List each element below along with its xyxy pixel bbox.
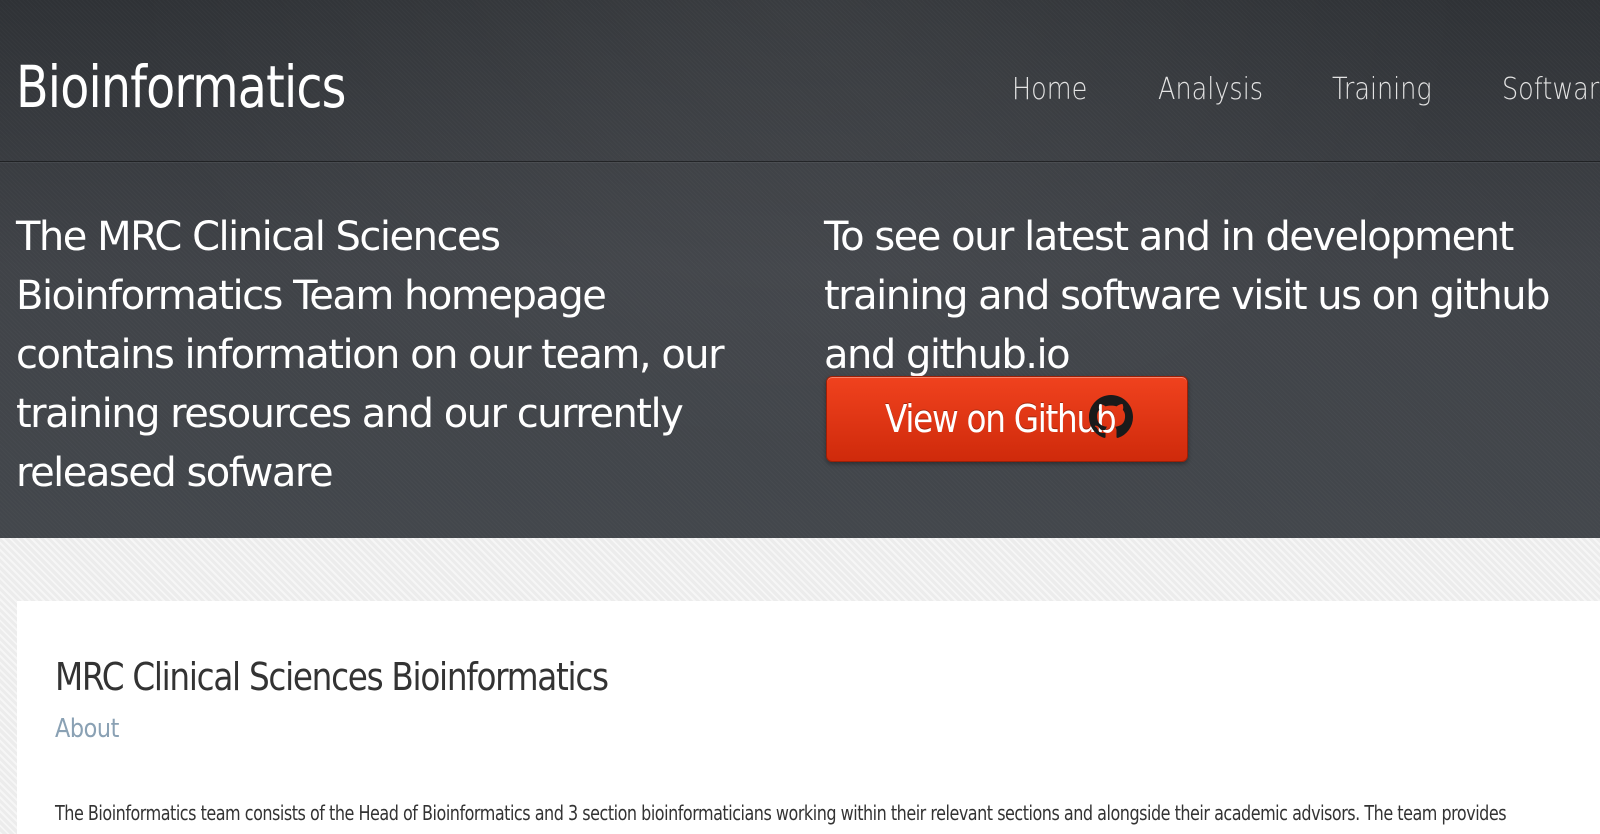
section-subtitle: About (55, 714, 119, 744)
site-header: Bioinformatics Home Analysis Training So… (0, 0, 1600, 538)
content-card: MRC Clinical Sciences Bioinformatics Abo… (17, 601, 1600, 834)
top-bar: Bioinformatics Home Analysis Training So… (0, 0, 1600, 162)
hero-github-text: To see our latest and in development tra… (824, 214, 1551, 378)
main-nav: Home Analysis Training Software (0, 72, 1600, 112)
hero-intro-text: The MRC Clinical Sciences Bioinformatics… (16, 214, 725, 496)
section-body-text: The Bioinformatics team consists of the … (55, 801, 1507, 825)
nav-item-analysis[interactable]: Analysis (1158, 72, 1263, 107)
github-button-label: View on Github (885, 397, 1117, 441)
nav-item-home[interactable]: Home (1012, 72, 1087, 107)
nav-item-training[interactable]: Training (1332, 72, 1432, 107)
view-on-github-button[interactable]: View on Github (826, 376, 1188, 462)
nav-item-software[interactable]: Software (1502, 72, 1600, 107)
github-icon (1089, 395, 1133, 438)
section-title: MRC Clinical Sciences Bioinformatics (55, 655, 609, 699)
